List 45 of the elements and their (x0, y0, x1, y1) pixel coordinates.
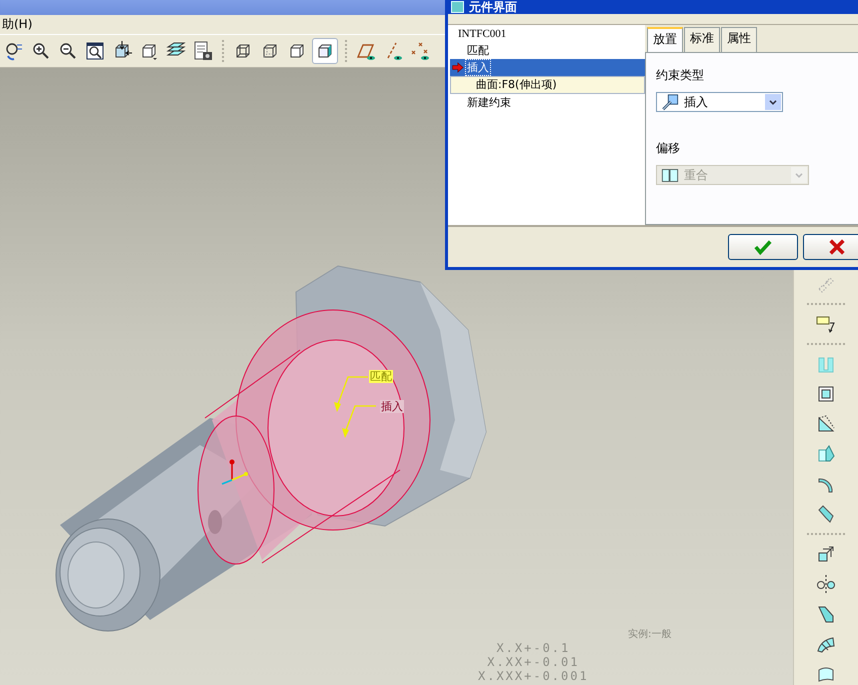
zoom-in-icon[interactable] (31, 41, 51, 61)
instance-note: 实例:一般 (628, 628, 672, 641)
chamfer-icon[interactable] (816, 504, 836, 524)
help-menu[interactable]: 助(H) (0, 16, 34, 33)
cancel-button[interactable] (802, 234, 858, 260)
tolerance-text: X.X+-0.1 (496, 641, 570, 655)
leader-line (342, 405, 376, 438)
dropdown[interactable]: 插入 (656, 92, 783, 112)
tab[interactable]: 属性 (721, 27, 757, 52)
coincident-icon (660, 166, 680, 184)
coordinate-axes-icon (222, 460, 248, 485)
sheet-camera-icon[interactable] (193, 41, 213, 61)
tab[interactable]: 放置 (647, 27, 683, 52)
arrow-icon (452, 61, 465, 74)
dialog-title: 元件界面 (469, 0, 517, 14)
window-icon (451, 1, 464, 13)
tolerance-text: X.XX+-0.01 (487, 655, 580, 669)
insert-pin-icon (660, 94, 680, 110)
field-label: 约束类型 (656, 67, 705, 84)
tree-item[interactable]: 曲面:F8(伸出项) (450, 76, 645, 94)
draft-icon[interactable] (816, 444, 836, 464)
cube-arrow-out-icon[interactable] (816, 544, 836, 564)
annotation-label: 插入 (380, 400, 404, 413)
leader-line (334, 376, 368, 412)
tree-item[interactable]: 新建约束 (450, 94, 645, 111)
ok-button[interactable] (728, 234, 798, 260)
tree-node[interactable]: INTFC001 (450, 27, 645, 42)
dropdown: 重合 (656, 165, 809, 185)
rib-icon[interactable] (816, 414, 836, 434)
note-arrow-icon[interactable] (816, 314, 836, 334)
zoom-out-icon[interactable] (58, 41, 78, 61)
tree-item[interactable]: 插入 (450, 59, 645, 76)
close-icon (828, 238, 846, 256)
mirror-icon[interactable] (816, 574, 836, 594)
sweep-icon[interactable] (816, 604, 836, 624)
points-eye-icon[interactable] (410, 41, 430, 61)
shell-icon[interactable] (816, 384, 836, 404)
tree-item[interactable]: 匹配 (450, 42, 645, 59)
field-label: 偏移 (656, 140, 681, 157)
tolerance-text: X.XXX+-0.001 (478, 669, 589, 683)
zoom-window-icon[interactable] (85, 41, 105, 61)
tab[interactable]: 标准 (684, 27, 720, 52)
view-refit-icon[interactable] (4, 41, 24, 61)
annotation-label: 匹配 (369, 370, 393, 383)
checkmark-icon (752, 238, 773, 256)
